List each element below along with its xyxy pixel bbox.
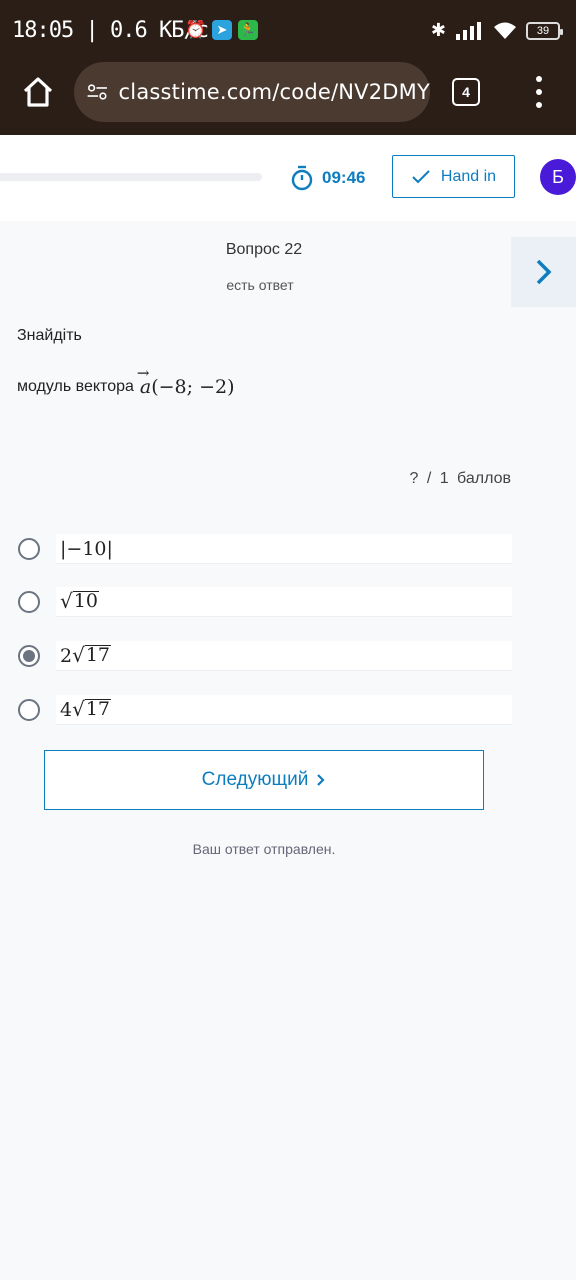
vector-expression: a(−8; −2) [137,364,235,398]
question-title: Вопрос 22 [225,241,303,258]
question-text-line1: Знайдіть [17,327,82,344]
next-question-arrow[interactable] [511,237,576,307]
battery-icon: 39 [526,21,563,40]
next-button[interactable]: Следующий [44,750,484,810]
next-button-label: Следующий [201,769,309,790]
telegram-icon: ➤ [212,20,232,40]
option-text: 4 √ 17 [56,695,512,725]
hand-in-button[interactable]: Hand in [392,155,515,198]
radio-button[interactable] [18,591,40,613]
answer-option-3[interactable]: 2 √ 17 [18,641,512,671]
wifi-icon [494,22,516,39]
url-bar-row: classtime.com/code/NV2DMY 4 [0,62,576,122]
address-bar[interactable]: classtime.com/code/NV2DMY [74,62,430,122]
quiz-header: 09:46 Hand in Б [0,135,576,221]
home-icon[interactable] [20,74,56,110]
avatar[interactable]: Б [540,159,576,195]
stopwatch-icon [291,165,313,191]
answer-option-1[interactable]: |−10| [18,534,512,564]
answer-status: есть ответ [226,277,294,293]
answer-option-2[interactable]: √ 10 [18,587,512,617]
option-text: √ 10 [56,587,512,617]
check-icon [412,169,430,183]
timer: 09:46 [290,165,365,191]
question-text-line2: модуль вектора a(−8; −2) [17,364,235,398]
points-label: ? / 1 баллов [409,470,511,487]
fitness-icon: 🏃 [238,20,258,40]
status-time: 18:05 | 0.6 КБ/с [12,18,209,43]
radio-button-selected[interactable] [18,645,40,667]
radio-button[interactable] [18,699,40,721]
option-text: 2 √ 17 [56,641,512,671]
url-text: classtime.com/code/NV2DMY [118,80,430,104]
signal-icon [456,21,481,40]
timer-value: 09:46 [322,168,366,187]
alarm-icon: ⏰ [185,20,207,39]
browser-chrome: 18:05 | 0.6 КБ/с ⏰ ➤ 🏃 ✱ 39 classtime.co… [0,0,576,135]
browser-menu-icon[interactable] [532,76,546,108]
bluetooth-icon: ✱ [430,20,446,40]
chevron-right-icon [317,774,325,786]
progress-bar [0,173,262,181]
status-bar: 18:05 | 0.6 КБ/с ⏰ ➤ 🏃 ✱ 39 [0,0,576,62]
chevron-right-icon [536,259,551,285]
hand-in-label: Hand in [440,167,497,185]
answer-sent-message: Ваш ответ отправлен. [192,841,336,857]
answer-option-4[interactable]: 4 √ 17 [18,695,512,725]
radio-button[interactable] [18,538,40,560]
option-text: |−10| [56,534,512,564]
site-settings-icon[interactable] [86,78,109,106]
tab-switcher-button[interactable]: 4 [452,78,480,106]
